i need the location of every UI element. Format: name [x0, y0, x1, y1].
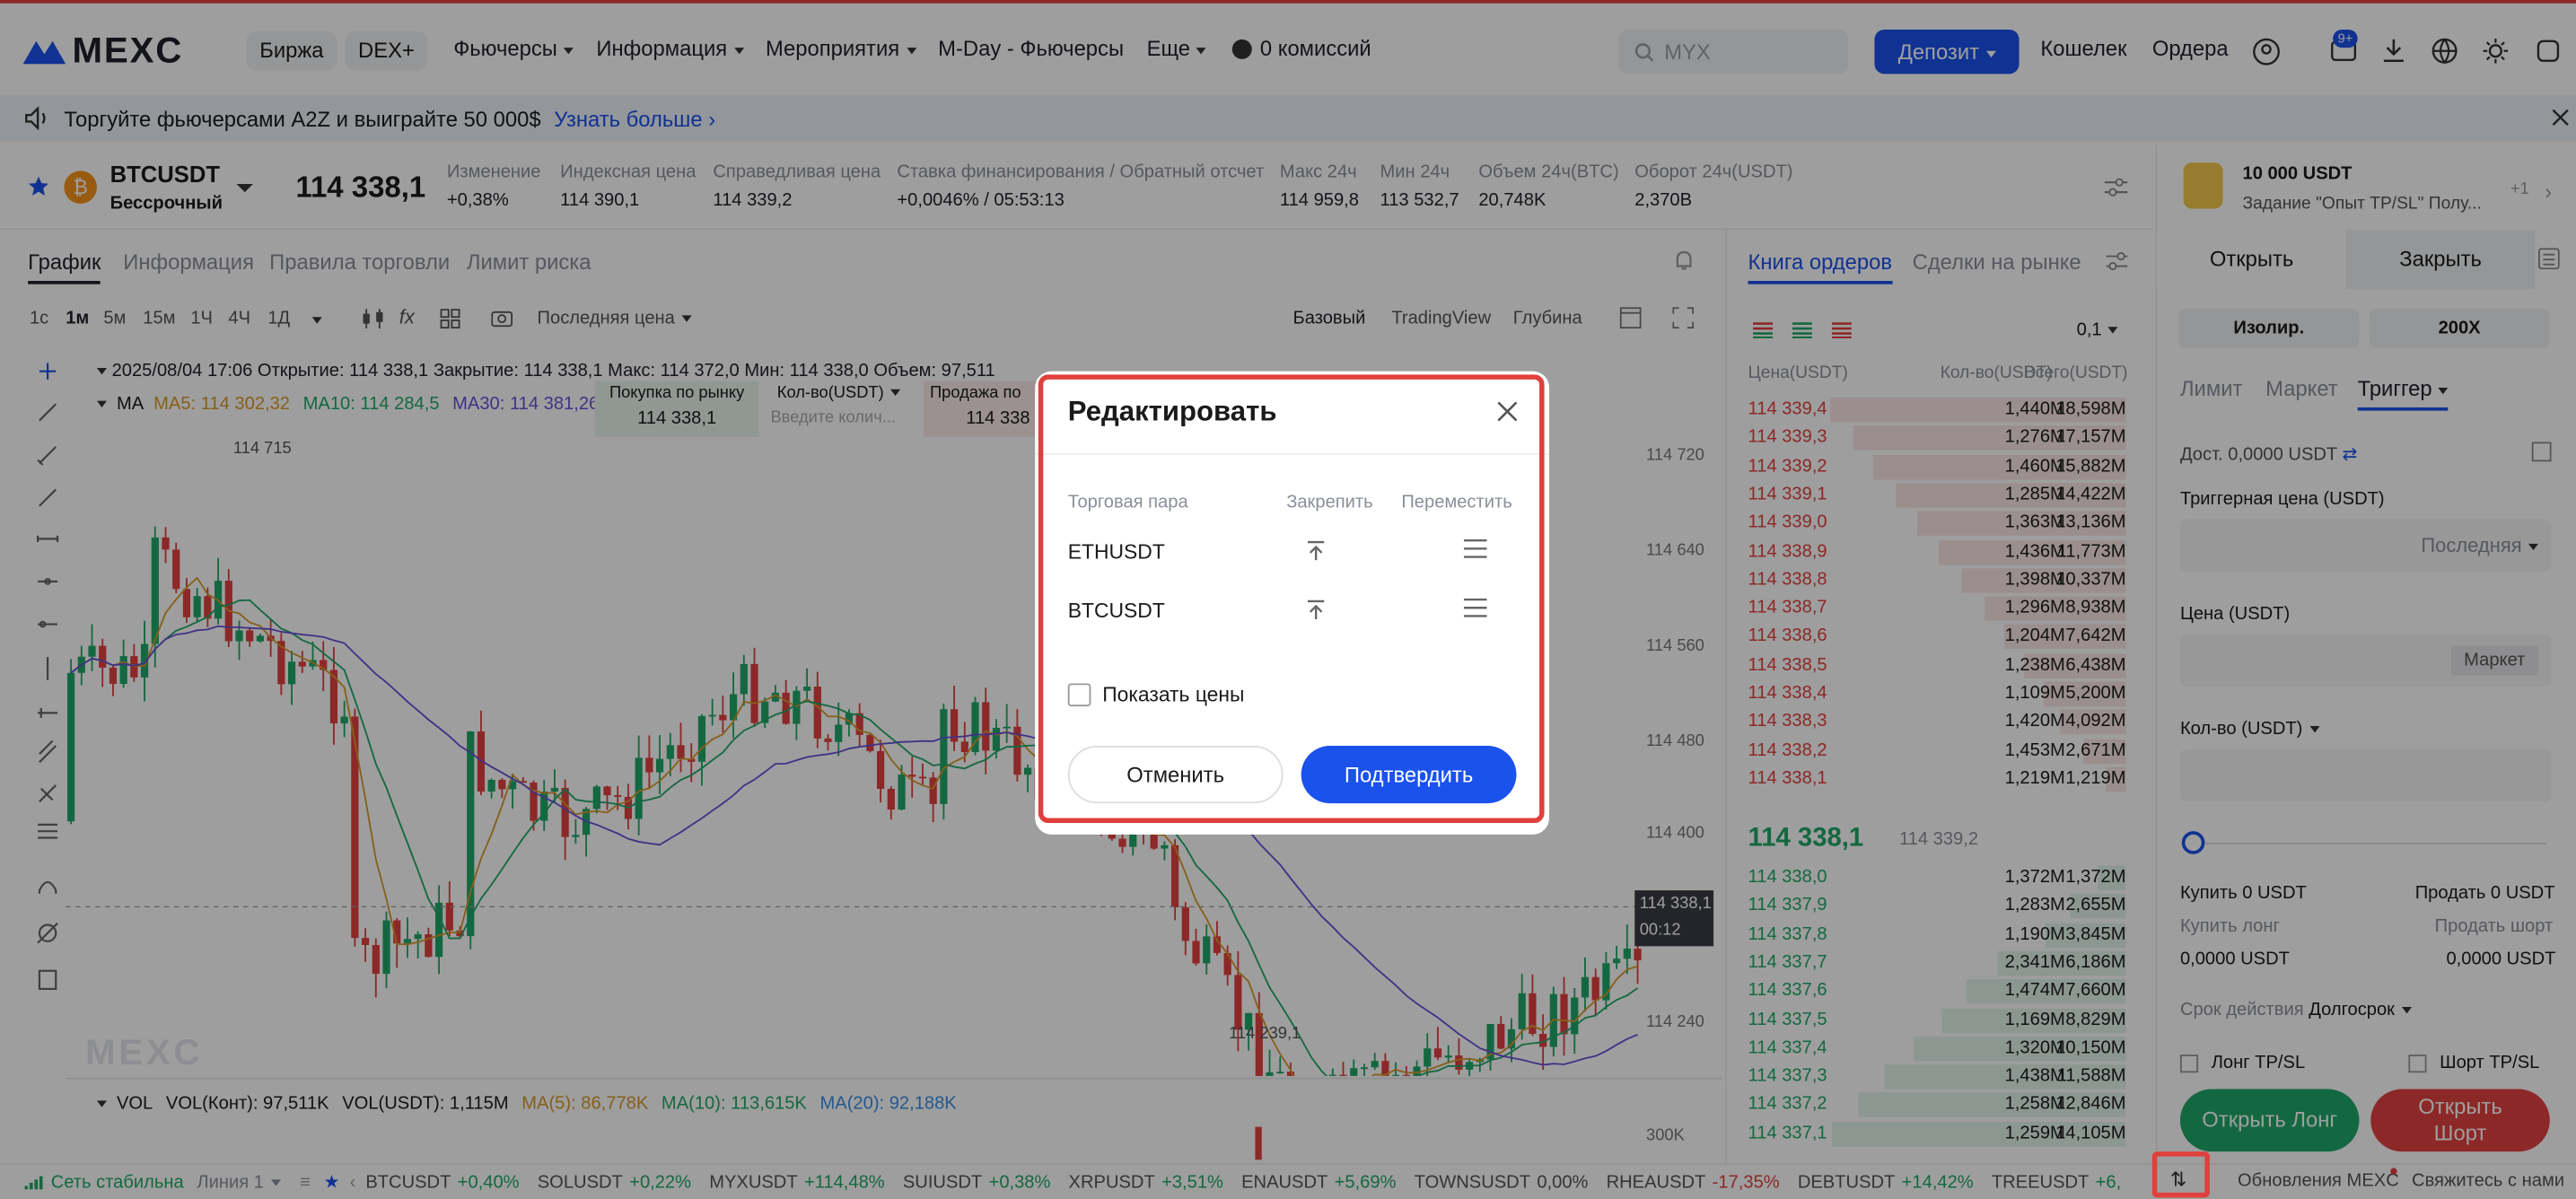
- col-move: Переместить: [1401, 493, 1512, 513]
- col-pair: Торговая пара: [1067, 493, 1188, 513]
- cancel-button[interactable]: Отменить: [1067, 746, 1284, 804]
- drag-handle-icon[interactable]: [1463, 598, 1487, 617]
- pair-row-eth: ETHUSDT: [1067, 540, 1165, 564]
- drag-handle-icon[interactable]: [1463, 538, 1487, 558]
- show-prices-checkbox[interactable]: Показать цены: [1067, 683, 1245, 707]
- highlight-swap-button: [2151, 1151, 2210, 1198]
- pin-to-top-icon[interactable]: [1306, 600, 1326, 621]
- edit-modal: Редактировать Торговая пара Закрепить Пе…: [1035, 371, 1550, 835]
- pin-to-top-icon[interactable]: [1306, 540, 1326, 562]
- checkbox-box[interactable]: [1067, 683, 1091, 707]
- pair-row-btc: BTCUSDT: [1067, 600, 1165, 623]
- col-pin: Закрепить: [1286, 493, 1373, 513]
- modal-divider: [1035, 453, 1550, 456]
- close-icon[interactable]: [1496, 401, 1518, 423]
- show-prices-label: Показать цены: [1102, 683, 1245, 707]
- modal-title: Редактировать: [1067, 396, 1277, 427]
- confirm-button[interactable]: Подтвердить: [1301, 746, 1517, 804]
